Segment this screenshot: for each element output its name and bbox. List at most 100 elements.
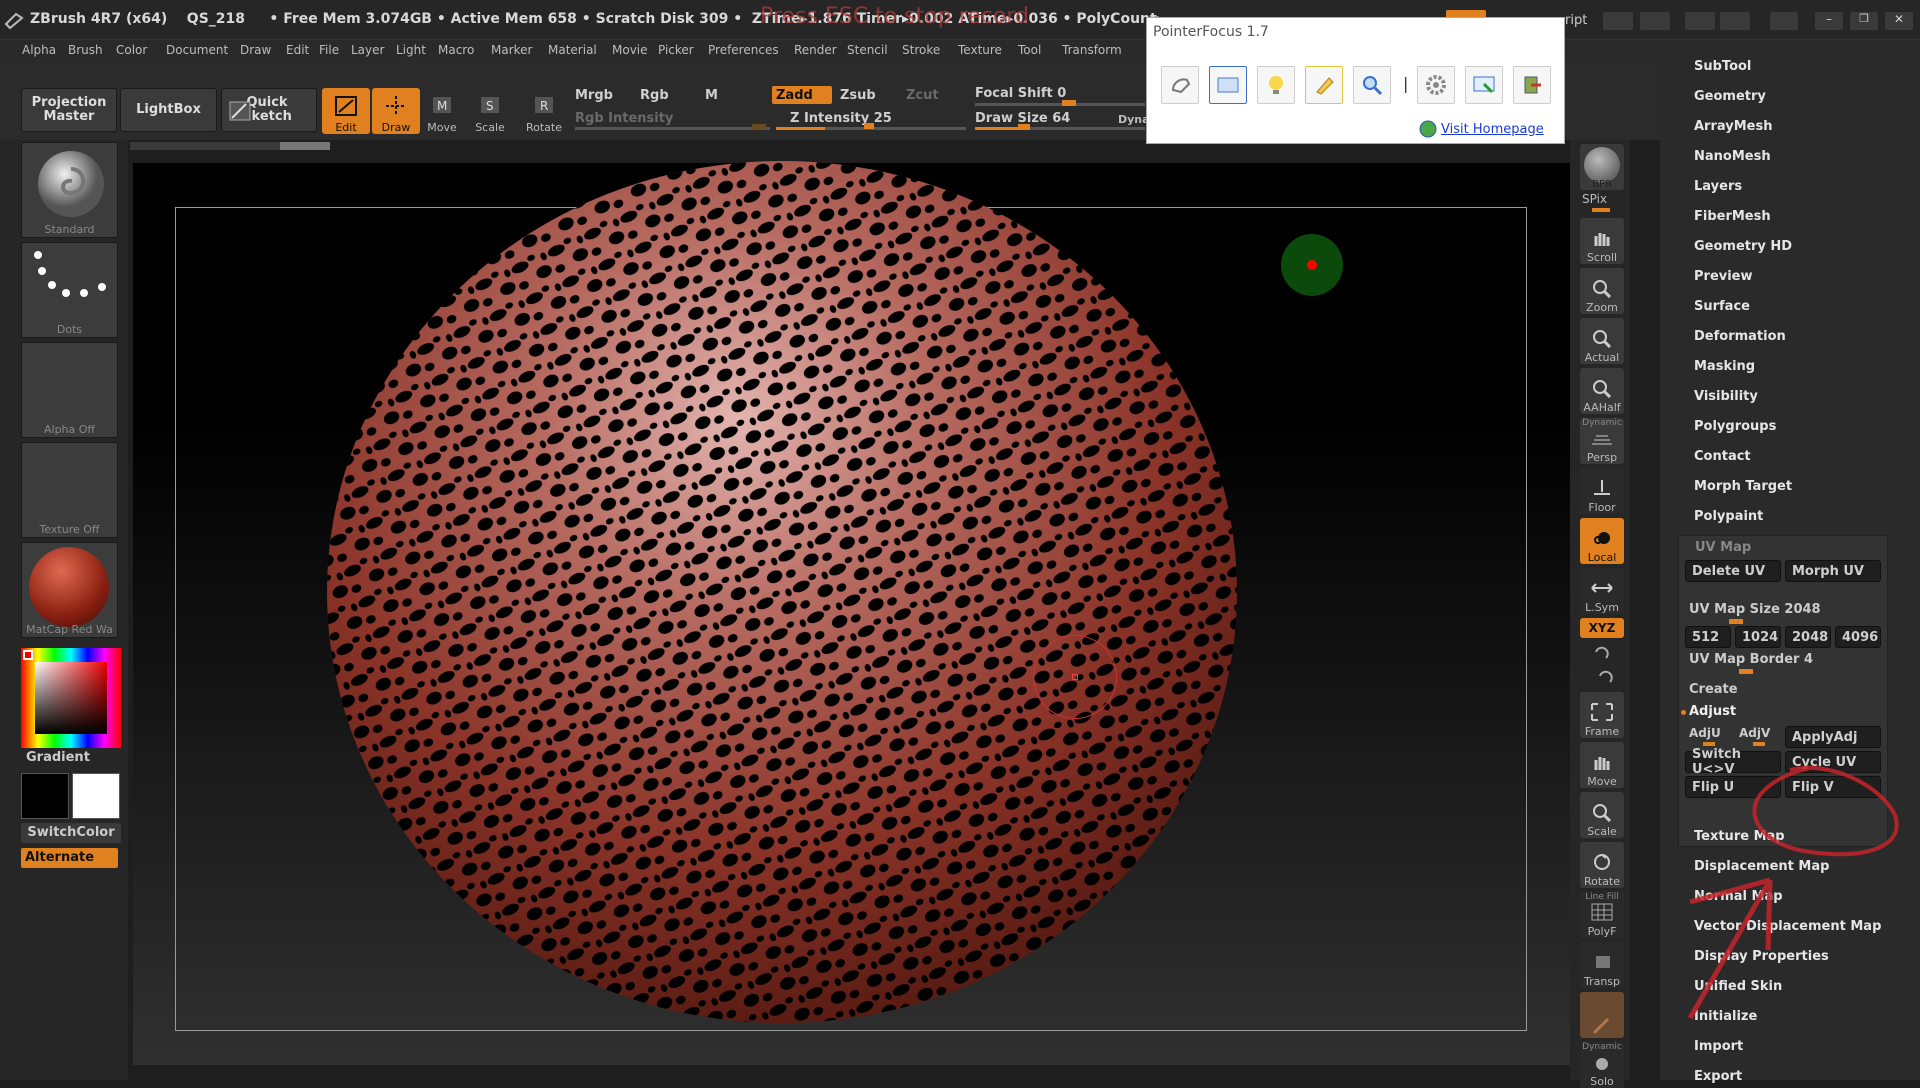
xyz-button[interactable]: XYZ (1580, 618, 1624, 638)
color-picker-ring[interactable] (21, 648, 121, 748)
morph-uv-button[interactable]: Morph UV (1785, 560, 1881, 582)
rotate-tool-button[interactable]: R Rotate (520, 88, 568, 134)
pointer-tool-icon[interactable] (1161, 66, 1199, 104)
menu-brush[interactable]: Brush (68, 43, 103, 57)
rotate-y-icon[interactable] (1592, 642, 1612, 662)
scale-tool-button[interactable]: S Scale (466, 88, 514, 134)
rgb-intensity-track[interactable] (575, 127, 770, 130)
close-button[interactable]: ✕ (1885, 12, 1913, 30)
subtool-menu[interactable]: SubTool (1694, 59, 1751, 74)
visit-homepage-link[interactable]: Visit Homepage (1441, 122, 1544, 137)
uv-map-size-handle[interactable] (1729, 619, 1743, 624)
gradient-label[interactable]: Gradient (26, 750, 90, 765)
adju-slider[interactable]: AdjU (1689, 726, 1721, 740)
exit-icon[interactable] (1513, 66, 1551, 104)
stroke-thumbnail[interactable]: Dots (21, 242, 118, 338)
persp-button[interactable]: Dynamic Persp (1580, 418, 1624, 464)
menu-texture[interactable]: Texture (958, 43, 1002, 57)
canvas-viewport[interactable] (133, 161, 1570, 1065)
export-menu[interactable]: Export (1694, 1069, 1742, 1084)
focal-shift-track[interactable] (975, 103, 1145, 106)
spotlight-icon[interactable] (1257, 66, 1295, 104)
uv-size-4096-button[interactable]: 4096 (1835, 626, 1881, 648)
menu-marker[interactable]: Marker (491, 43, 532, 57)
magnifier-icon[interactable] (1353, 66, 1391, 104)
contact-menu[interactable]: Contact (1694, 449, 1751, 464)
minimize-button[interactable]: – (1815, 12, 1843, 30)
preview-menu[interactable]: Preview (1694, 269, 1753, 284)
spix-handle[interactable] (1592, 208, 1610, 212)
menu-picker[interactable]: Picker (658, 43, 694, 57)
move-view-button[interactable]: Move (1580, 742, 1624, 788)
main-color-swatch[interactable] (21, 773, 69, 819)
flip-v-button[interactable]: Flip V (1785, 776, 1881, 798)
menu-file[interactable]: File (319, 43, 339, 57)
vector-displacement-map-menu[interactable]: Vector Displacement Map (1694, 919, 1881, 934)
settings-icon[interactable] (1417, 66, 1455, 104)
pen-icon[interactable] (1305, 66, 1343, 104)
zoom-button[interactable]: Zoom (1580, 268, 1624, 314)
delete-uv-button[interactable]: Delete UV (1685, 560, 1781, 582)
move-tool-button[interactable]: M Move (418, 88, 466, 134)
lightbox-button[interactable]: LightBox (120, 88, 217, 132)
menu-transform[interactable]: Transform (1062, 43, 1122, 57)
adjv-handle[interactable] (1753, 742, 1765, 746)
zsub-button[interactable]: Zsub (840, 88, 876, 103)
polygroups-menu[interactable]: Polygroups (1694, 419, 1776, 434)
flip-u-button[interactable]: Flip U (1685, 776, 1781, 798)
displacement-map-menu[interactable]: Displacement Map (1694, 859, 1829, 874)
screen-icon[interactable] (1465, 66, 1503, 104)
polyf-button[interactable]: Line Fill PolyF (1580, 892, 1624, 938)
secondary-color-swatch[interactable] (72, 773, 120, 819)
scale-view-button[interactable]: Scale (1580, 792, 1624, 838)
layers-menu[interactable]: Layers (1694, 179, 1742, 194)
ui-layout-button[interactable] (1685, 12, 1715, 30)
switch-color-button[interactable]: SwitchColor (21, 823, 121, 843)
z-intensity-handle[interactable] (864, 123, 874, 129)
maximize-button[interactable]: ❐ (1850, 12, 1878, 30)
polypaint-menu[interactable]: Polypaint (1694, 509, 1763, 524)
uv-map-size-slider[interactable]: UV Map Size 2048 (1689, 602, 1821, 617)
toolbar-scroll-thumb[interactable] (280, 142, 330, 150)
draw-size-handle[interactable] (1018, 124, 1030, 130)
floor-button[interactable]: Floor (1580, 468, 1624, 514)
uv-size-512-button[interactable]: 512 (1685, 626, 1731, 648)
adjust-subpalette[interactable]: Adjust (1689, 704, 1736, 719)
lsym-button[interactable]: L.Sym (1580, 568, 1624, 614)
menu-render[interactable]: Render (794, 43, 837, 57)
geometry-hd-menu[interactable]: Geometry HD (1694, 239, 1792, 254)
alternate-button[interactable]: Alternate (21, 848, 118, 868)
layout-right-button[interactable] (1640, 12, 1670, 30)
z-intensity-slider[interactable]: Z Intensity 25 (790, 111, 892, 126)
menu-draw[interactable]: Draw (240, 43, 271, 57)
menu-movie[interactable]: Movie (612, 43, 648, 57)
texture-map-menu[interactable]: Texture Map (1694, 829, 1785, 844)
uv-size-2048-button[interactable]: 2048 (1785, 626, 1831, 648)
rotate-view-button[interactable]: Rotate (1580, 842, 1624, 888)
adjv-slider[interactable]: AdjV (1739, 726, 1770, 740)
transp-button[interactable]: Transp (1580, 942, 1624, 988)
menu-color[interactable]: Color (116, 43, 147, 57)
rgb-intensity-slider[interactable]: Rgb Intensity (575, 111, 673, 126)
color-picker-square[interactable] (35, 662, 107, 734)
apply-adj-button[interactable]: ApplyAdj (1785, 726, 1881, 748)
masking-menu[interactable]: Masking (1694, 359, 1755, 374)
lock-icon[interactable] (1770, 12, 1798, 30)
edit-tool-button[interactable]: Edit (322, 88, 370, 134)
uv-map-border-handle[interactable] (1739, 669, 1753, 674)
solo-button[interactable]: Dynamic Solo (1580, 1042, 1624, 1088)
aahalf-button[interactable]: AAHalf (1580, 368, 1624, 414)
visibility-menu[interactable]: Visibility (1694, 389, 1758, 404)
adju-handle[interactable] (1703, 742, 1715, 746)
bpr-button[interactable]: BPR (1580, 144, 1624, 190)
texture-thumbnail[interactable]: Texture Off (21, 442, 118, 538)
primary-color-swatch[interactable] (23, 650, 33, 660)
arraymesh-menu[interactable]: ArrayMesh (1694, 119, 1772, 134)
menu-edit[interactable]: Edit (286, 43, 309, 57)
menu-tool[interactable]: Tool (1018, 43, 1041, 57)
menu-stroke[interactable]: Stroke (902, 43, 940, 57)
menu-document[interactable]: Document (166, 43, 228, 57)
brush-thumbnail[interactable]: Standard (21, 142, 118, 238)
ghost-button[interactable] (1580, 992, 1624, 1038)
dynamic-size-button[interactable]: Dyna (1118, 113, 1150, 126)
